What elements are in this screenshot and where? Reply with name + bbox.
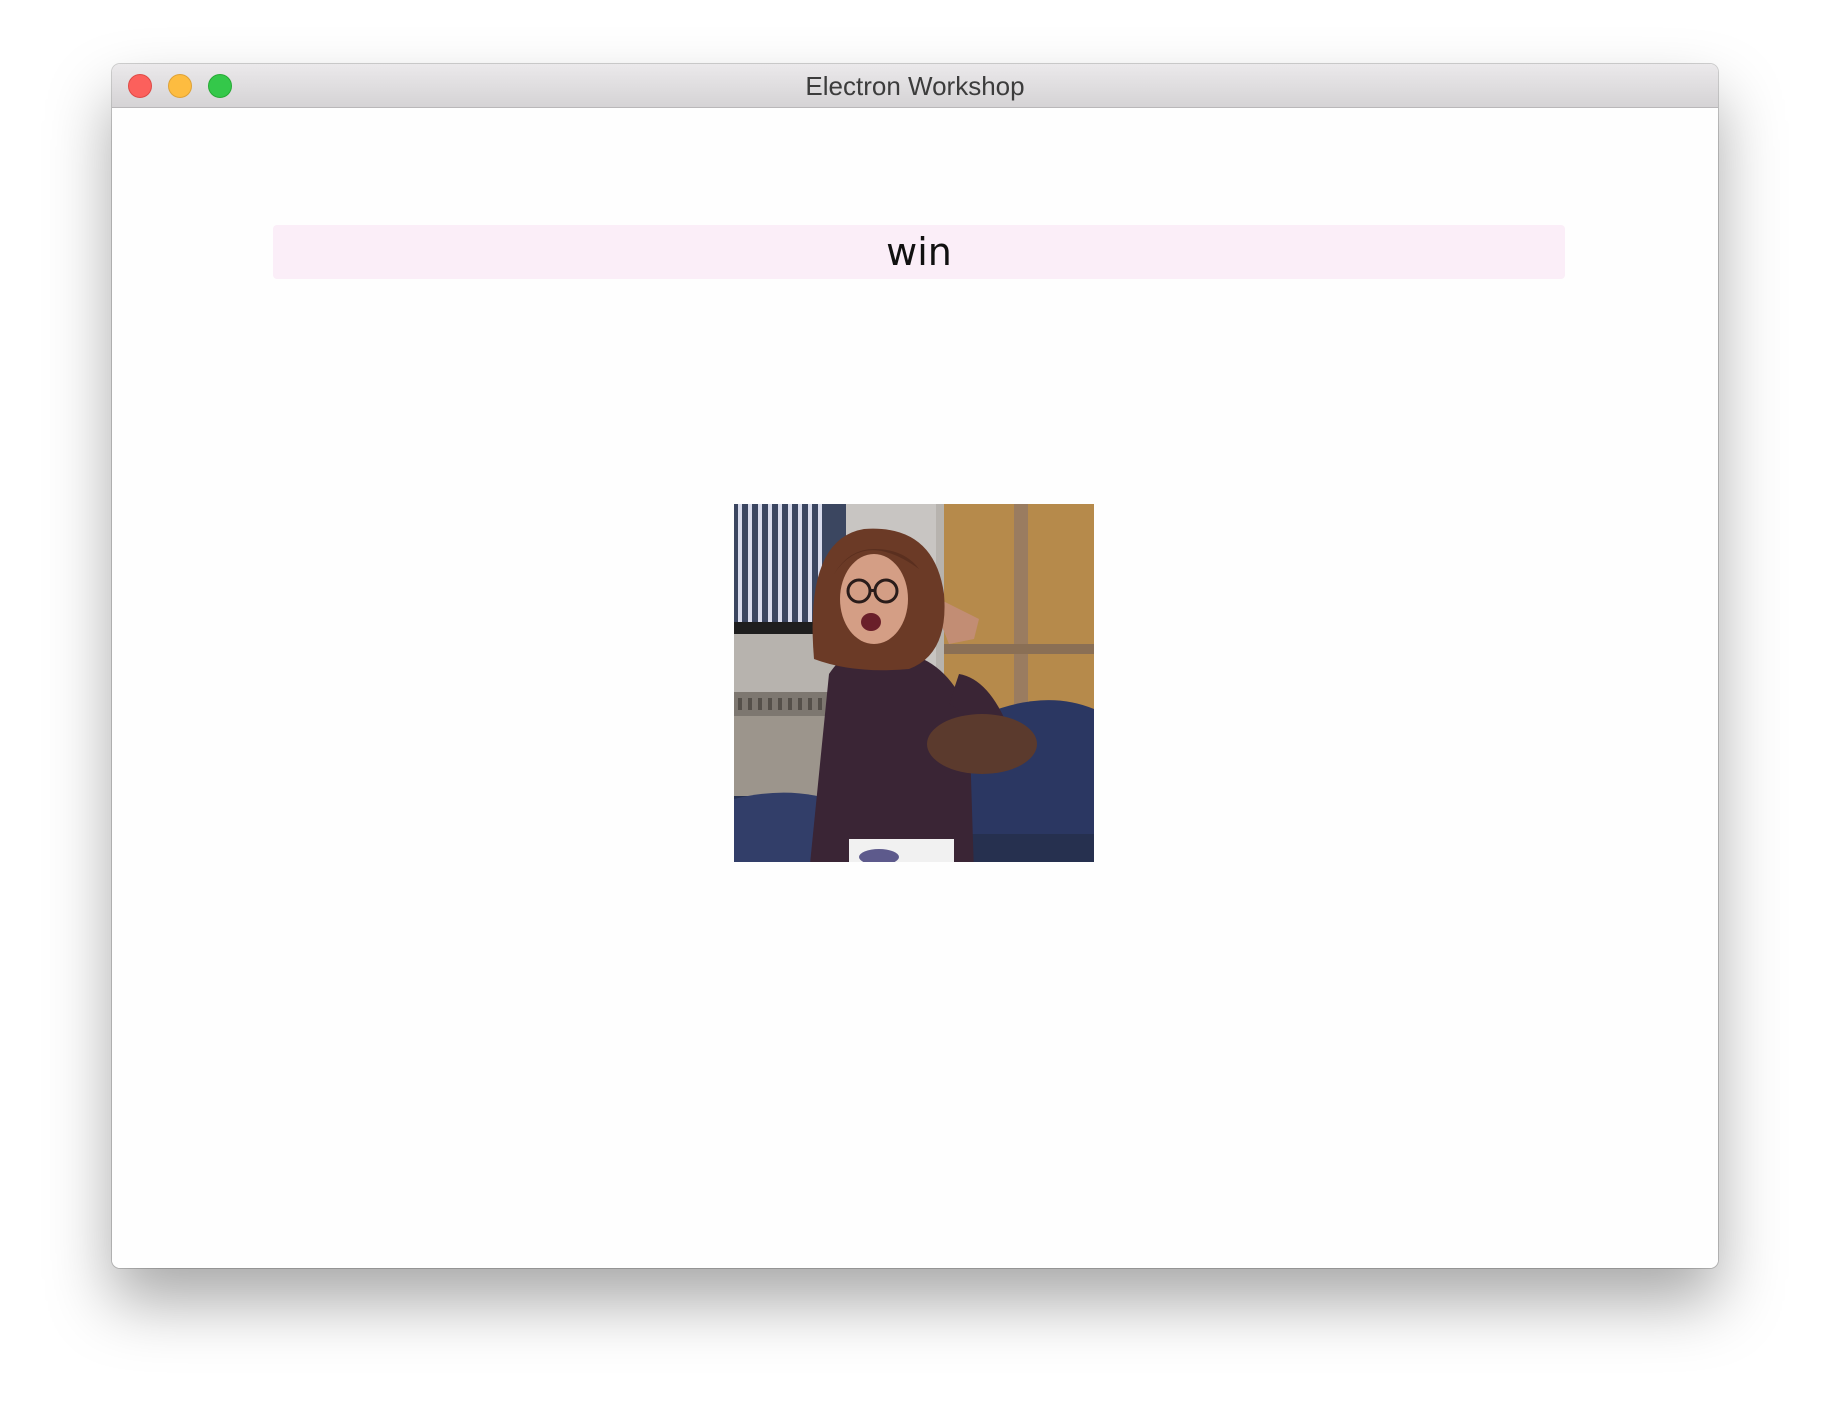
app-window: Electron Workshop [112,64,1718,1268]
desktop: Electron Workshop [0,0,1824,1424]
window-title: Electron Workshop [805,71,1025,101]
title-bar[interactable]: Electron Workshop [112,64,1718,108]
app-content [112,108,1718,1268]
search-input[interactable] [273,225,1565,279]
gif-result-image [734,504,1094,862]
